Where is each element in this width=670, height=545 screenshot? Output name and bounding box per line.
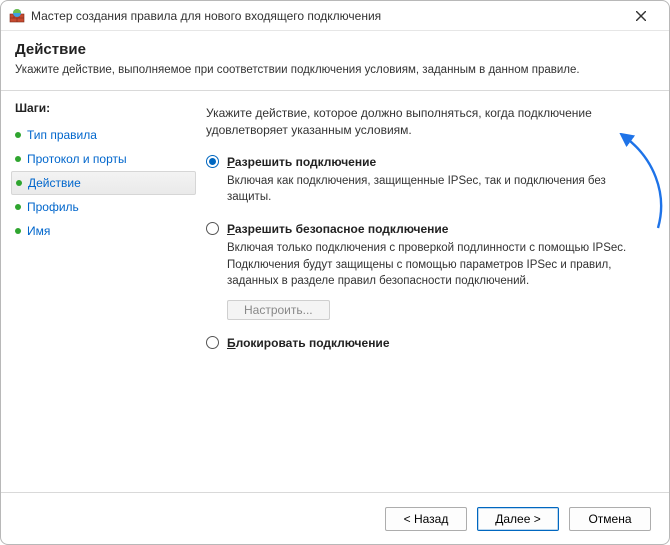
step-bullet-icon [15, 132, 21, 138]
content: Укажите действие, которое должно выполня… [196, 91, 669, 492]
option-title[interactable]: Разрешить безопасное подключение [227, 222, 448, 236]
steps-sidebar: Шаги: Тип правила Протокол и порты Дейст… [1, 91, 196, 492]
body: Шаги: Тип правила Протокол и порты Дейст… [1, 91, 669, 492]
step-bullet-icon [16, 180, 22, 186]
cancel-button[interactable]: Отмена [569, 507, 651, 531]
back-button[interactable]: < Назад [385, 507, 467, 531]
step-label: Имя [27, 224, 50, 238]
titlebar: Мастер создания правила для нового входя… [1, 1, 669, 31]
window-title: Мастер создания правила для нового входя… [31, 9, 381, 23]
step-label: Профиль [27, 200, 79, 214]
radio-block[interactable] [206, 336, 219, 349]
step-label: Протокол и порты [27, 152, 127, 166]
step-rule-type[interactable]: Тип правила [15, 123, 196, 147]
configure-button: Настроить... [227, 300, 330, 320]
option-title[interactable]: Разрешить подключение [227, 155, 376, 169]
page-subtitle: Укажите действие, выполняемое при соотве… [15, 64, 655, 76]
close-button[interactable] [621, 2, 661, 30]
step-label: Действие [28, 176, 81, 190]
footer: < Назад Далее > Отмена [1, 492, 669, 544]
step-protocol-ports[interactable]: Протокол и порты [15, 147, 196, 171]
option-desc: Включая как подключения, защищенные IPSe… [227, 173, 647, 206]
radio-allow[interactable] [206, 155, 219, 168]
radio-allow-secure[interactable] [206, 222, 219, 235]
step-bullet-icon [15, 156, 21, 162]
option-desc: Включая только подключения с проверкой п… [227, 240, 647, 290]
step-profile[interactable]: Профиль [15, 195, 196, 219]
wizard-window: Мастер создания правила для нового входя… [0, 0, 670, 545]
step-bullet-icon [15, 228, 21, 234]
step-bullet-icon [15, 204, 21, 210]
option-block[interactable]: Блокировать подключение [206, 336, 647, 350]
firewall-icon [9, 8, 25, 24]
content-intro: Укажите действие, которое должно выполня… [206, 105, 647, 139]
option-title[interactable]: Блокировать подключение [227, 336, 390, 350]
option-allow-connection[interactable]: Разрешить подключение Включая как подклю… [206, 155, 647, 206]
header: Действие Укажите действие, выполняемое п… [1, 31, 669, 84]
page-heading: Действие [15, 41, 655, 58]
step-action[interactable]: Действие [11, 171, 196, 195]
step-name[interactable]: Имя [15, 219, 196, 243]
steps-title: Шаги: [15, 101, 196, 115]
close-icon [636, 11, 646, 21]
step-label: Тип правила [27, 128, 97, 142]
next-button[interactable]: Далее > [477, 507, 559, 531]
option-allow-secure[interactable]: Разрешить безопасное подключение Включая… [206, 222, 647, 320]
